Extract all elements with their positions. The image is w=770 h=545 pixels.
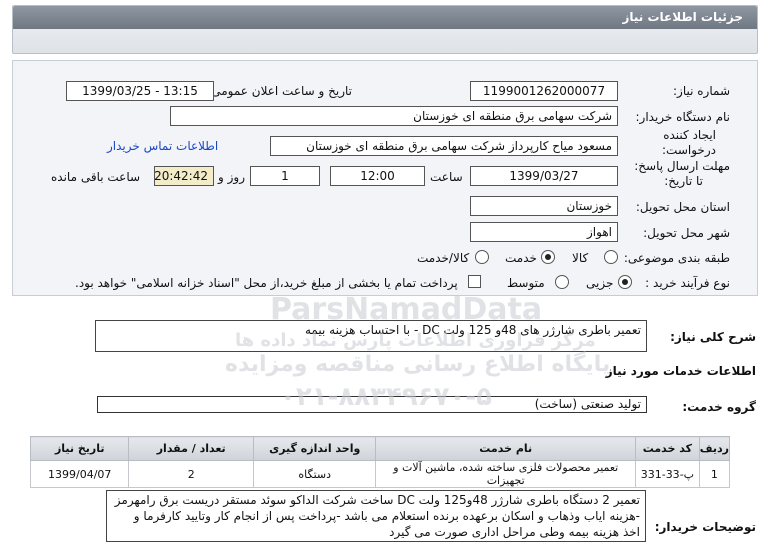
cell-unit: دستگاه — [252, 460, 377, 488]
province-label: استان محل تحویل: — [635, 200, 730, 214]
need-number-label: شماره نیاز: — [673, 84, 730, 98]
category-option-service: خدمت — [505, 251, 537, 265]
days-field: 1 — [250, 166, 320, 186]
category-radio-goods-service[interactable] — [475, 250, 489, 264]
deadline-label-2: تا تاریخ: — [664, 174, 703, 188]
buyer-contact-link[interactable]: اطلاعات تماس خریدار — [107, 139, 218, 153]
buyer-notes-field: تعمیر 2 دستگاه باطری شارژر 48و125 ولت DC… — [106, 490, 646, 542]
category-option-goods: کالا — [572, 251, 589, 265]
service-group-label: گروه خدمت: — [682, 400, 756, 414]
creator-label-2: درخواست: — [662, 143, 716, 157]
category-radio-goods[interactable] — [604, 250, 618, 264]
category-option-goods-service: کالا/خدمت — [417, 251, 470, 265]
category-radio-service[interactable] — [541, 250, 555, 264]
buyer-field: شرکت سهامی برق منطقه ای خوزستان — [170, 106, 618, 126]
creator-label-1: ایجاد کننده — [663, 128, 716, 142]
buyer-label: نام دستگاه خریدار: — [635, 110, 731, 124]
service-group-field: تولید صنعتی (ساخت) — [97, 396, 647, 413]
days-label: روز و — [218, 170, 245, 184]
buyer-notes-line-3: اخذ هزینه بیمه وطی مراحل اداری صورت می گ… — [389, 525, 640, 539]
cell-name: تعمیر محصولات فلزی ساخته شده، ماشین آلات… — [375, 460, 636, 488]
remaining-label: ساعت باقی مانده — [51, 170, 141, 184]
table-row: 1 پ-33-331 تعمیر محصولات فلزی ساخته شده،… — [29, 460, 731, 488]
header-panel: جزئیات اطلاعات نیاز — [12, 5, 758, 54]
header-bar: جزئیات اطلاعات نیاز — [13, 6, 757, 29]
process-radio-medium[interactable] — [555, 275, 569, 289]
time-label: ساعت — [430, 170, 463, 184]
buyer-notes-line-1: تعمیر 2 دستگاه باطری شارژر 48و125 ولت DC… — [114, 493, 640, 507]
category-label: طبقه بندی موضوعی: — [623, 251, 730, 265]
treasury-payment-checkbox[interactable] — [468, 275, 481, 288]
deadline-time-field: 12:00 — [330, 166, 425, 186]
province-field: خوزستان — [470, 196, 618, 216]
col-date-header: تاریخ نیاز — [29, 436, 130, 461]
table-header-row: ردیف کد خدمت نام خدمت واحد اندازه گیری ت… — [29, 436, 731, 461]
col-unit-header: واحد اندازه گیری — [252, 436, 377, 461]
payment-note: پرداخت تمام یا بخشی از مبلغ خرید،از محل … — [75, 276, 458, 290]
summary-label: شرح کلی نیاز: — [670, 330, 756, 344]
process-option-medium: متوسط — [507, 276, 545, 290]
buyer-notes-label: توضیحات خریدار: — [654, 520, 756, 534]
col-qty-header: تعداد / مقدار — [128, 436, 254, 461]
announce-label: تاریخ و ساعت اعلان عمومی: — [207, 84, 352, 98]
remaining-time-field: 20:42:42 — [154, 166, 214, 186]
col-code-header: کد خدمت — [634, 436, 700, 461]
summary-field: تعمیر باطری شارژر های 48و 125 ولت DC - ب… — [95, 320, 647, 352]
buyer-notes-line-2: -هزینه ایاب وذهاب و اسکان برعهده برنده ا… — [133, 509, 640, 523]
services-section-title: اطلاعات خدمات مورد نیاز — [605, 364, 756, 378]
services-table: ردیف کد خدمت نام خدمت واحد اندازه گیری ت… — [29, 436, 731, 488]
cell-qty: 2 — [128, 460, 254, 488]
deadline-label-1: مهلت ارسال پاسخ: — [634, 159, 730, 173]
need-number-field: 1199001262000077 — [470, 81, 618, 101]
cell-date: 1399/04/07 — [29, 460, 130, 488]
page-title: جزئیات اطلاعات نیاز — [622, 10, 743, 24]
process-radio-minor[interactable] — [618, 275, 632, 289]
process-label: نوع فرآیند خرید : — [645, 276, 730, 290]
city-field: اهواز — [470, 222, 618, 242]
process-option-minor: جزیی — [586, 276, 614, 290]
col-name-header: نام خدمت — [375, 436, 636, 461]
city-label: شهر محل تحویل: — [643, 226, 730, 240]
col-row-header: ردیف — [698, 436, 731, 461]
deadline-date-field: 1399/03/27 — [470, 166, 618, 186]
cell-row: 1 — [698, 460, 731, 488]
announce-field: 1399/03/25 - 13:15 — [66, 81, 214, 101]
cell-code: پ-33-331 — [634, 460, 700, 488]
creator-field: مسعود میاح کارپرداز شرکت سهامی برق منطقه… — [270, 136, 618, 156]
watermark-line-3: پایگاه اطلاع رسانی مناقصه ومزایده — [225, 352, 611, 377]
